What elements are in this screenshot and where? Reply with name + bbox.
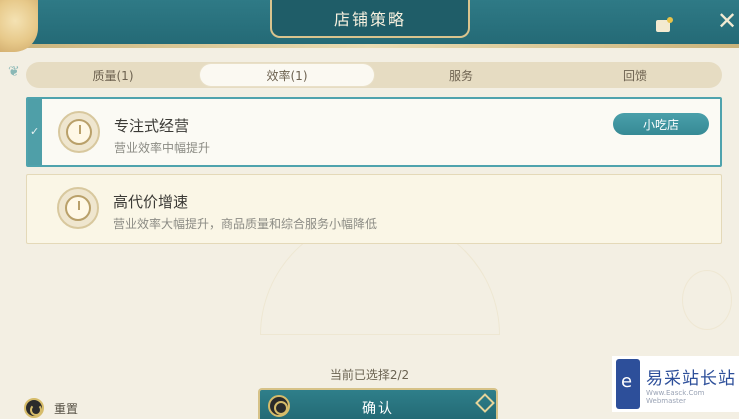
strategy-card-focused-operation[interactable]: ✓ 专注式经营 营业效率中幅提升 小吃店 bbox=[26, 97, 722, 167]
chat-icon[interactable] bbox=[656, 17, 673, 32]
watermark-logo-icon bbox=[616, 359, 641, 409]
reset-icon bbox=[24, 398, 44, 418]
card-title: 专注式经营 bbox=[114, 117, 190, 135]
card-subtitle: 营业效率中幅提升 bbox=[114, 141, 211, 155]
header-gold-trim bbox=[0, 44, 739, 48]
reset-label: 重置 bbox=[54, 401, 79, 416]
confirm-button[interactable]: 确认 bbox=[258, 388, 498, 419]
check-icon: ✓ bbox=[30, 125, 40, 138]
strategy-tabs: 质量(1) 效率(1) 服务 回馈 bbox=[26, 62, 722, 88]
leaf-decoration-icon: ❦ bbox=[8, 64, 20, 80]
card-title: 高代价增速 bbox=[113, 193, 189, 211]
clock-badge-icon bbox=[58, 111, 100, 153]
clock-badge-icon bbox=[57, 187, 99, 229]
confirm-label: 确认 bbox=[362, 401, 394, 417]
strategy-card-high-cost-speedup[interactable]: 高代价增速 营业效率大幅提升，商品质量和综合服务小幅降低 bbox=[26, 174, 722, 244]
close-icon[interactable]: ✕ bbox=[716, 9, 738, 33]
background-ornament bbox=[682, 270, 732, 330]
tab-feedback[interactable]: 回馈 bbox=[548, 62, 722, 88]
tab-service[interactable]: 服务 bbox=[374, 62, 548, 88]
card-subtitle: 营业效率大幅提升，商品质量和综合服务小幅降低 bbox=[113, 217, 378, 231]
watermark-subtext: Www.Easck.Com Webmaster bbox=[646, 388, 705, 405]
tab-quality[interactable]: 质量(1) bbox=[26, 62, 200, 88]
tab-efficiency[interactable]: 效率(1) bbox=[200, 64, 374, 86]
selected-indicator: ✓ bbox=[28, 99, 42, 165]
page-title: 店铺策略 bbox=[333, 10, 406, 29]
site-watermark: 易采站长站 Www.Easck.Com Webmaster bbox=[612, 356, 739, 412]
watermark-text: 易采站长站 bbox=[646, 368, 737, 389]
shop-type-tag: 小吃店 bbox=[613, 113, 709, 135]
reset-button[interactable]: 重置 bbox=[24, 398, 78, 418]
title-plate: 店铺策略 bbox=[270, 0, 470, 38]
